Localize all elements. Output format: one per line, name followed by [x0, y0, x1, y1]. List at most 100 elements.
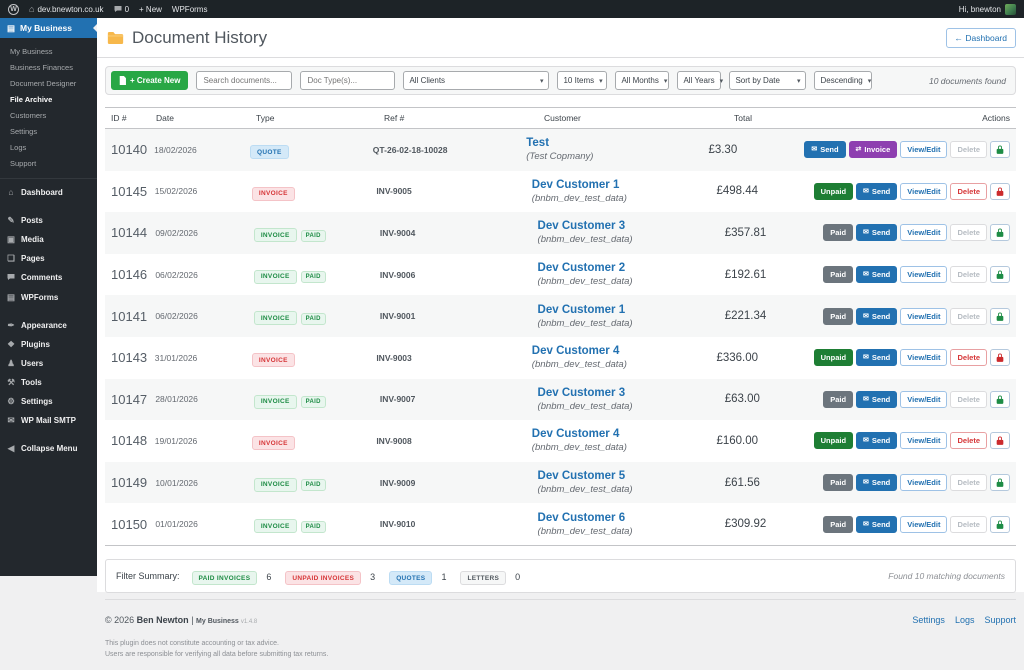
send-button[interactable]: ✉ Send [856, 349, 898, 367]
footer-link-logs[interactable]: Logs [955, 615, 975, 625]
send-button[interactable]: ✉ Send [856, 474, 898, 492]
doc-type-input[interactable] [300, 71, 396, 90]
sidebar-item-collapse-menu[interactable]: ◀ Collapse Menu [0, 439, 97, 458]
clients-select[interactable]: All Clients ▾ [403, 71, 550, 90]
delete-button[interactable]: Delete [950, 182, 987, 200]
view-button[interactable]: View/Edit [900, 224, 948, 242]
column-header-customer[interactable]: Customer [544, 113, 734, 123]
sort-by-select[interactable]: Sort by Date ▾ [729, 71, 807, 90]
sidebar-item-tools[interactable]: ⚒ Tools [0, 373, 97, 392]
sidebar-subitem-document-designer[interactable]: Document Designer [0, 75, 97, 91]
column-header-total[interactable]: Total [734, 113, 834, 123]
customer-link[interactable]: Dev Customer 1 [532, 179, 717, 191]
unpaid-button[interactable]: Unpaid [813, 182, 854, 200]
lock-green-icon-button[interactable] [989, 515, 1010, 533]
sidebar-item-my-business[interactable]: ▤ My Business [0, 18, 97, 38]
sidebar-subitem-logs[interactable]: Logs [0, 139, 97, 155]
lock-green-icon-button[interactable] [989, 390, 1010, 408]
months-select[interactable]: All Months ▾ [615, 71, 670, 90]
customer-link[interactable]: Test [526, 137, 708, 149]
customer-link[interactable]: Dev Customer 3 [538, 220, 725, 232]
sidebar-subitem-my-business[interactable]: My Business [0, 43, 97, 59]
invoice-button[interactable]: ⇄ Invoice [848, 141, 898, 159]
create-new-button[interactable]: + Create New [111, 71, 189, 90]
view-button[interactable]: View/Edit [900, 390, 948, 408]
column-header-type[interactable]: Type [256, 113, 384, 123]
sidebar-item-dashboard[interactable]: ⌂ Dashboard [0, 183, 97, 202]
paid-button[interactable]: Paid [823, 390, 854, 408]
customer-link[interactable]: Dev Customer 2 [538, 262, 725, 274]
send-button[interactable]: ✉ Send [856, 224, 898, 242]
unpaid-button[interactable]: Unpaid [813, 349, 854, 367]
view-button[interactable]: View/Edit [900, 307, 948, 325]
view-button[interactable]: View/Edit [900, 141, 948, 159]
sidebar-subitem-support[interactable]: Support [0, 155, 97, 171]
sidebar-subitem-file-archive[interactable]: File Archive [0, 91, 97, 107]
lock-green-icon-button[interactable] [989, 266, 1010, 284]
lock-green-icon-button[interactable] [989, 307, 1010, 325]
account-menu[interactable]: Hi, bnewton [959, 3, 1016, 15]
lock-red-icon-button[interactable] [990, 432, 1010, 450]
column-header-actions[interactable]: Actions [834, 113, 1010, 123]
send-button[interactable]: ✉ Send [856, 432, 898, 450]
lock-green-icon-button[interactable] [989, 474, 1010, 492]
sidebar-item-users[interactable]: ♟ Users [0, 354, 97, 373]
lock-green-icon-button[interactable] [990, 141, 1010, 159]
sort-order-select[interactable]: Descending ▾ [814, 71, 873, 90]
paid-button[interactable]: Paid [823, 515, 854, 533]
view-button[interactable]: View/Edit [900, 182, 948, 200]
delete-button[interactable]: Delete [950, 432, 987, 450]
items-per-page-select[interactable]: 10 Items ▾ [557, 71, 608, 90]
customer-link[interactable]: Dev Customer 4 [532, 428, 717, 440]
sidebar-item-settings[interactable]: ⚙ Settings [0, 392, 97, 411]
search-input[interactable] [196, 71, 293, 90]
unpaid-button[interactable]: Unpaid [813, 432, 854, 450]
customer-link[interactable]: Dev Customer 6 [538, 512, 725, 524]
column-header-id[interactable]: ID # [111, 113, 156, 123]
sidebar-item-pages[interactable]: ❏ Pages [0, 249, 97, 268]
sidebar-item-comments[interactable]: Comments [0, 268, 97, 288]
send-button[interactable]: ✉ Send [856, 390, 898, 408]
years-select[interactable]: All Years ▾ [677, 71, 723, 90]
send-button[interactable]: ✉ Send [856, 515, 898, 533]
sidebar-subitem-settings[interactable]: Settings [0, 123, 97, 139]
comments-counter[interactable]: 0 [114, 5, 129, 14]
view-button[interactable]: View/Edit [900, 474, 948, 492]
column-header-date[interactable]: Date [156, 113, 256, 123]
dashboard-button[interactable]: ← Dashboard [945, 28, 1016, 48]
wordpress-logo-icon[interactable]: W [8, 3, 19, 15]
customer-link[interactable]: Dev Customer 1 [538, 304, 725, 316]
customer-link[interactable]: Dev Customer 5 [538, 470, 725, 482]
site-name-link[interactable]: ⌂ dev.bnewton.co.uk [29, 4, 104, 14]
paid-button[interactable]: Paid [823, 474, 854, 492]
wpforms-admin-link[interactable]: WPForms [172, 5, 208, 14]
paid-button[interactable]: Paid [823, 307, 854, 325]
footer-link-settings[interactable]: Settings [912, 615, 945, 625]
send-button[interactable]: ✉ Send [856, 266, 898, 284]
new-content-link[interactable]: + New [139, 5, 162, 14]
sidebar-item-plugins[interactable]: ❖ Plugins [0, 335, 97, 354]
lock-red-icon-button[interactable] [990, 349, 1010, 367]
lock-red-icon-button[interactable] [990, 182, 1010, 200]
customer-link[interactable]: Dev Customer 4 [532, 345, 717, 357]
sidebar-subitem-customers[interactable]: Customers [0, 107, 97, 123]
lock-green-icon-button[interactable] [989, 224, 1010, 242]
sidebar-item-appearance[interactable]: ✒ Appearance [0, 316, 97, 335]
view-button[interactable]: View/Edit [900, 432, 948, 450]
customer-link[interactable]: Dev Customer 3 [538, 387, 725, 399]
sidebar-item-posts[interactable]: ✎ Posts [0, 211, 97, 230]
paid-button[interactable]: Paid [823, 224, 854, 242]
view-button[interactable]: View/Edit [900, 515, 948, 533]
column-header-ref[interactable]: Ref # [384, 113, 544, 123]
sidebar-item-wpforms[interactable]: ▤ WPForms [0, 288, 97, 307]
paid-button[interactable]: Paid [823, 266, 854, 284]
view-button[interactable]: View/Edit [900, 266, 948, 284]
footer-link-support[interactable]: Support [984, 615, 1016, 625]
sidebar-item-wp-mail-smtp[interactable]: ✉ WP Mail SMTP [0, 411, 97, 430]
send-button[interactable]: ✉ Send [856, 182, 898, 200]
sidebar-subitem-business-finances[interactable]: Business Finances [0, 59, 97, 75]
sidebar-item-media[interactable]: ▣ Media [0, 230, 97, 249]
view-button[interactable]: View/Edit [900, 349, 948, 367]
send-button[interactable]: ✉ Send [856, 307, 898, 325]
delete-button[interactable]: Delete [950, 349, 987, 367]
